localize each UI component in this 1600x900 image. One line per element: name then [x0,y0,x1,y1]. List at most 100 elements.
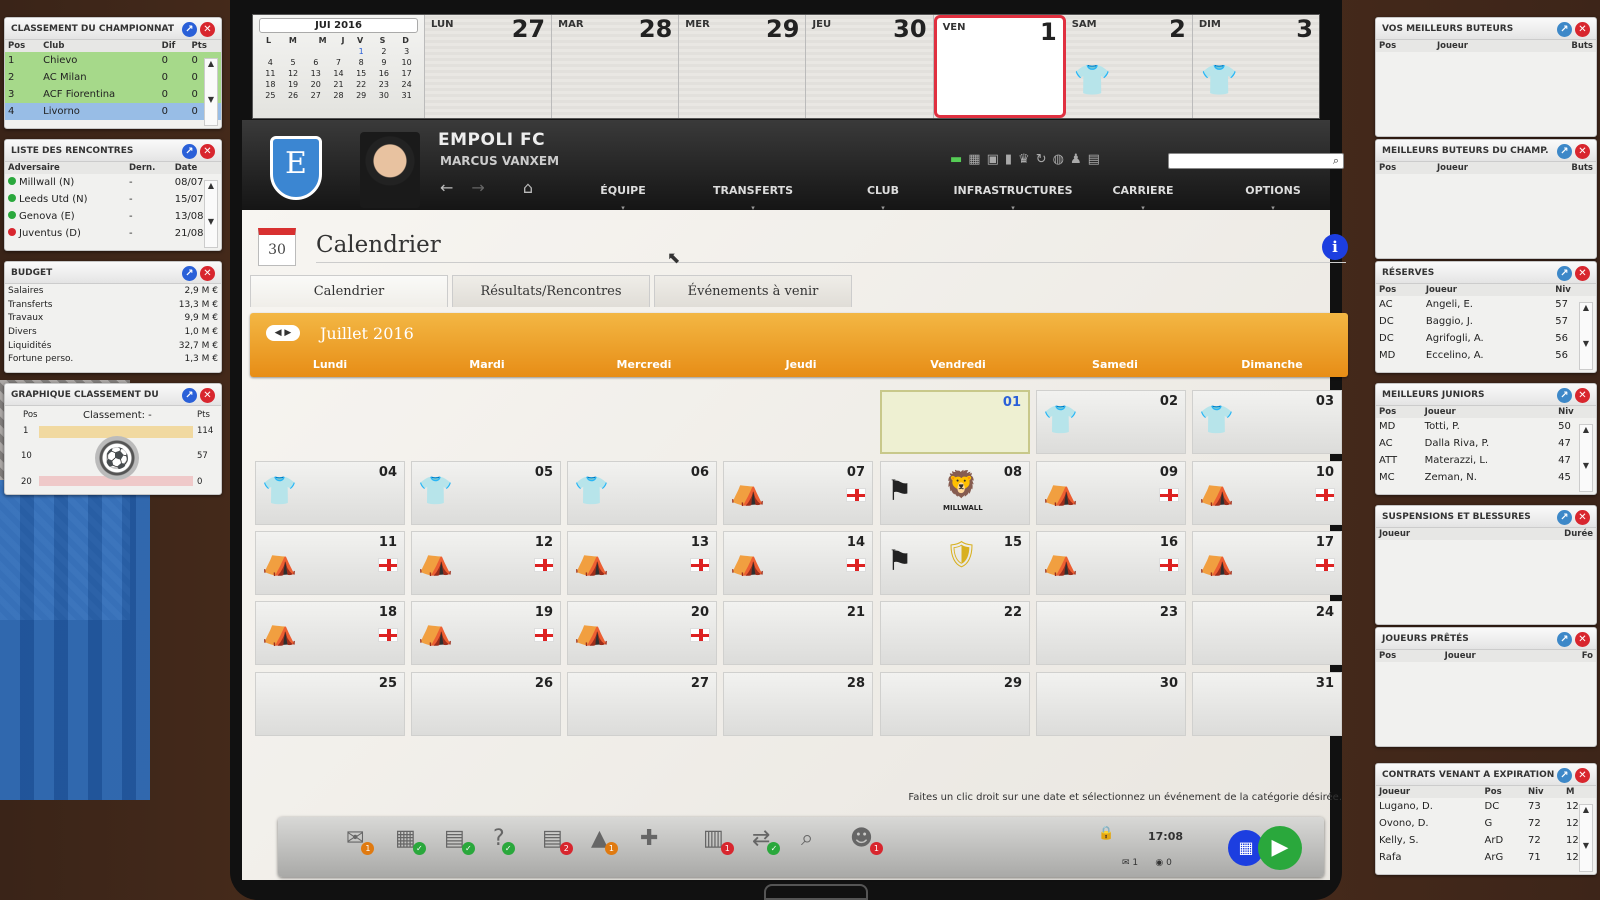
mini-day[interactable]: 14 [327,68,350,79]
calendar-day-28[interactable]: 28 [723,672,873,736]
scouting-icon[interactable]: ? ✓ [493,826,515,855]
info-button[interactable]: i [1322,234,1348,260]
calendar-day-15[interactable]: 15 ⚑ 🛡 [880,531,1030,595]
calendar-day-22[interactable]: 22 [880,601,1030,665]
close-icon[interactable]: ✕ [1575,22,1590,37]
notes-icon[interactable]: ▦ [968,152,980,167]
calendar-day-21[interactable]: 21 [723,601,873,665]
table-row[interactable]: 4 Livorno 0 0 [5,103,221,120]
tab-evenements[interactable]: Événements à venir [654,275,852,307]
players-icon[interactable]: ♟ [1070,152,1082,167]
mini-day[interactable] [304,46,327,57]
strip-day-thu[interactable]: JEU 30 [806,15,934,118]
mini-day[interactable]: 20 [304,79,327,90]
cone-icon[interactable]: ▲ 1 [591,826,618,855]
mini-day[interactable]: 11 [259,68,282,79]
table-row[interactable]: MD Eccelino, A. 56 [1376,347,1596,364]
calendar-day-09[interactable]: 09 ⛺ [1036,461,1186,525]
close-icon[interactable]: ✕ [1575,632,1590,647]
mini-day[interactable] [327,46,350,57]
mini-day[interactable]: 28 [327,90,350,101]
calendar-day-30[interactable]: 30 [1036,672,1186,736]
expand-icon[interactable]: ↗ [1557,22,1572,37]
continue-play-button[interactable]: ▶ [1258,826,1302,870]
table-row[interactable]: Genova (E) -13/08 [5,208,221,225]
mini-day[interactable]: 17 [395,68,418,79]
table-row[interactable]: ATT Materazzi, L. 47 [1376,452,1596,469]
close-icon[interactable]: ✕ [200,22,215,37]
expand-icon[interactable]: ↗ [1557,632,1572,647]
mini-day[interactable]: 10 [395,57,418,68]
mini-day[interactable]: 6 [304,57,327,68]
calendar-day-27[interactable]: 27 [567,672,717,736]
scrollbar[interactable]: ▲ ▼ [1579,424,1593,492]
mini-day[interactable]: 25 [259,90,282,101]
calendar-day-17[interactable]: 17 ⛺ [1192,531,1342,595]
calendar-day-23[interactable]: 23 [1036,601,1186,665]
mini-day[interactable]: 24 [395,79,418,90]
scrollbar[interactable]: ▲ ▼ [204,58,218,126]
tab-resultats[interactable]: Résultats/Rencontres [452,275,650,307]
mini-day[interactable]: 12 [282,68,305,79]
calendar-day-31[interactable]: 31 [1192,672,1342,736]
calendar-day-18[interactable]: 18 ⛺ [255,601,405,665]
mini-day[interactable]: 5 [282,57,305,68]
search-players-icon[interactable]: ⌕ [801,826,813,851]
expand-icon[interactable]: ↗ [182,22,197,37]
training-icon[interactable]: ▤ 2 [542,826,573,855]
table-row[interactable]: DC Baggio, J. 57 [1376,313,1596,330]
back-arrow-icon[interactable]: ← [440,178,453,197]
expand-icon[interactable]: ↗ [1557,768,1572,783]
mini-day[interactable]: 22 [350,79,373,90]
nav-infrastructures[interactable]: INFRASTRUCTURES [948,176,1078,210]
calendar-day-19[interactable]: 19 ⛺ [411,601,561,665]
calendar-icon[interactable]: ▦ ✓ [395,826,426,855]
mini-day[interactable]: 13 [304,68,327,79]
tv-icon[interactable]: ▣ [987,152,999,167]
calendar-day-11[interactable]: 11 ⛺ [255,531,405,595]
calendar-day-20[interactable]: 20 ⛺ [567,601,717,665]
expand-icon[interactable]: ↗ [1557,388,1572,403]
table-row[interactable]: 2 AC Milan 0 0 [5,69,221,86]
scrollbar[interactable]: ▲ ▼ [204,180,218,248]
news-icon[interactable]: ▤ [1088,152,1100,167]
close-icon[interactable]: ✕ [1575,388,1590,403]
table-row[interactable]: 3 ACF Fiorentina 0 0 [5,86,221,103]
close-icon[interactable]: ✕ [1575,144,1590,159]
refresh-icon[interactable]: ↻ [1036,152,1047,167]
table-row[interactable]: DC Agrifogli, A. 56 [1376,330,1596,347]
table-row[interactable]: Lugano, D. DC 73 12 [1376,798,1596,815]
mini-day[interactable]: 3 [395,46,418,57]
nav-equipe[interactable]: ÉQUIPE [558,176,688,210]
mini-day[interactable]: 29 [350,90,373,101]
strip-day-wed[interactable]: MER 29 [679,15,807,118]
calendar-day-16[interactable]: 16 ⛺ [1036,531,1186,595]
calendar-day-05[interactable]: 05 👕 [411,461,561,525]
manager-avatar[interactable] [360,132,420,208]
table-row[interactable]: 1 Chievo 0 0 [5,52,221,69]
table-row[interactable]: MC Zeman, N. 45 [1376,469,1596,486]
lock-icon[interactable]: 🔒 [1098,826,1114,841]
contracts-icon[interactable]: ▥ 1 [703,826,734,855]
mini-day[interactable]: 30 [373,90,396,101]
calendar-day-13[interactable]: 13 ⛺ [567,531,717,595]
table-row[interactable]: Leeds Utd (N) -15/07 [5,191,221,208]
expand-icon[interactable]: ↗ [1557,510,1572,525]
transfer-icon[interactable]: ⇄ ✓ [752,826,781,855]
club-crest[interactable]: E [270,136,322,200]
strip-day-fri[interactable]: VEN 1 [933,15,1066,118]
close-icon[interactable]: ✕ [1575,510,1590,525]
mini-day[interactable]: 21 [327,79,350,90]
month-nav-arrows[interactable]: ◀ ▶ [266,325,300,341]
mini-day[interactable] [259,46,282,57]
forward-arrow-icon[interactable]: → [471,178,484,197]
close-icon[interactable]: ✕ [1575,266,1590,281]
mini-day[interactable]: 15 [350,68,373,79]
mini-day[interactable]: 4 [259,57,282,68]
mini-day[interactable]: 7 [327,57,350,68]
expand-icon[interactable]: ↗ [182,388,197,403]
nav-transferts[interactable]: TRANSFERTS [688,176,818,210]
staff-icon[interactable]: ☻ 1 [850,826,883,855]
expand-icon[interactable]: ↗ [1557,144,1572,159]
calendar-day-04[interactable]: 04 👕 [255,461,405,525]
